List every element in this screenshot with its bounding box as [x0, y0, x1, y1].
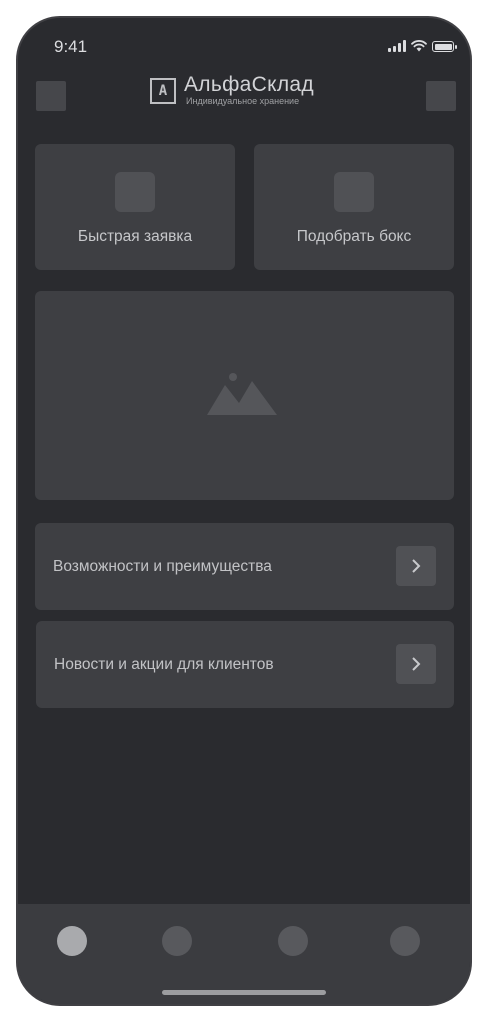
menu-row-features[interactable]: Возможности и преимущества — [35, 523, 454, 610]
pick-box-tile[interactable]: Подобрать бокс — [254, 144, 454, 270]
phone-frame: 9:41 A АльфаСклад Индивидуальное хранени… — [16, 16, 472, 1006]
header-left-button[interactable] — [36, 81, 66, 111]
tab-2[interactable] — [162, 926, 192, 956]
status-icons — [388, 40, 457, 52]
quick-order-label: Быстрая заявка — [77, 228, 193, 245]
quick-order-tile[interactable]: Быстрая заявка — [35, 144, 235, 270]
signal-icon — [388, 40, 406, 52]
tab-4[interactable] — [390, 926, 420, 956]
pick-box-label: Подобрать бокс — [296, 228, 412, 245]
header-right-button[interactable] — [426, 81, 456, 111]
home-indicator[interactable] — [162, 990, 326, 995]
features-label: Возможности и преимущества — [53, 557, 272, 575]
chevron-right-icon — [396, 546, 436, 586]
wifi-icon — [411, 40, 427, 52]
chevron-right-icon — [396, 644, 436, 684]
status-time: 9:41 — [54, 37, 88, 56]
quick-order-icon — [115, 172, 155, 212]
logo-subtitle: Индивидуальное хранение — [186, 96, 300, 106]
logo-title: АльфаСклад — [184, 73, 314, 96]
tab-1[interactable] — [57, 926, 87, 956]
battery-icon — [432, 41, 457, 52]
app-logo: A АльфаСклад Индивидуальное хранение — [150, 74, 314, 107]
pick-box-icon — [334, 172, 374, 212]
image-placeholder-icon — [207, 373, 277, 415]
menu-row-news[interactable]: Новости и акции для клиентов — [36, 621, 454, 708]
tab-3[interactable] — [278, 926, 308, 956]
tab-bar — [18, 904, 470, 1004]
news-label: Новости и акции для клиентов — [54, 655, 274, 673]
logo-mark-icon: A — [150, 77, 176, 104]
promo-banner[interactable] — [35, 291, 454, 500]
